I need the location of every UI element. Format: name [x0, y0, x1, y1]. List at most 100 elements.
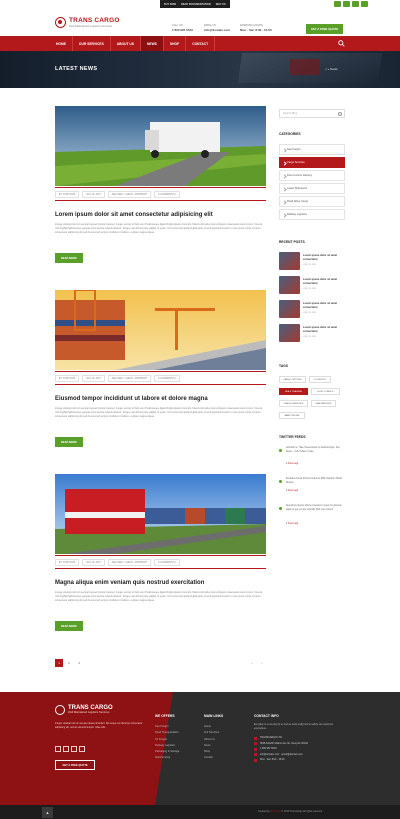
twitter-icon[interactable]	[63, 746, 69, 752]
post-image-train[interactable]	[55, 474, 266, 554]
recent-post[interactable]: Lorem ipsum dolor sit amet consectetur J…	[279, 300, 345, 322]
post-excerpt: Integer volutpat nisl non semper laoreet…	[55, 407, 262, 418]
tag-cargo-options[interactable]: CARGO OPTIONS	[279, 376, 306, 383]
contact-hours: Mon - Sat: 8:00 - 15:00	[254, 757, 346, 763]
post-date: JUN 19, 2015	[82, 191, 105, 198]
recent-post-thumb	[279, 324, 300, 342]
nav-contact[interactable]: CONTACT	[186, 36, 216, 51]
footer-offer-link[interactable]: Warehousing	[155, 755, 195, 761]
tweet-text[interactable]: Android Inc. Take Screenshots on Android…	[286, 447, 345, 454]
top-social	[334, 1, 368, 7]
post-categories[interactable]: DELIVERY, CARGO, SHIPMENT	[107, 191, 152, 198]
google-plus-icon[interactable]	[71, 746, 77, 752]
post-meta: BY JOHN DOE JUN 19, 2015 DELIVERY, CARGO…	[55, 375, 180, 382]
post-comments[interactable]: 0 COMMENT(S)	[154, 191, 180, 198]
post-title[interactable]: Lorem ipsum dolor sit amet consectetur a…	[55, 212, 213, 218]
twitter-icon[interactable]	[343, 1, 350, 7]
footer-logo-subtitle: Well Maintained Logistics Services	[68, 711, 110, 714]
nav-news[interactable]: NEWS	[140, 36, 164, 51]
email-value[interactable]: info@domain.com	[204, 28, 230, 32]
logo-mark-icon	[55, 705, 65, 715]
call-info: CALL US 1 800 987 6543	[172, 24, 193, 32]
post-image-ship[interactable]	[55, 290, 266, 370]
post-author[interactable]: BY JOHN DOE	[55, 375, 80, 382]
footer-contact-text: Everyday is a new day for us and we work…	[254, 724, 334, 730]
sidebar-search[interactable]: Search Blog	[279, 109, 345, 118]
read-more-button[interactable]: READ MORE	[55, 253, 83, 263]
scroll-top-button[interactable]: ▲	[42, 807, 53, 818]
recent-post-date: JUN 19, 2015	[303, 288, 317, 290]
linkedin-icon[interactable]	[361, 1, 368, 7]
facebook-icon[interactable]	[334, 1, 341, 7]
home-icon[interactable]: ⌂	[325, 67, 327, 71]
read-more-button[interactable]: READ MORE	[55, 621, 83, 631]
page-3[interactable]: 3	[75, 659, 83, 667]
author-link[interactable]: DeTheme	[270, 810, 281, 813]
logo[interactable]: TRANS CARGO Well Maintained Logistics Se…	[55, 17, 120, 28]
recent-post[interactable]: Lorem ipsum dolor sit amet consectetur J…	[279, 276, 345, 298]
tag-bank-trions[interactable]: BANK TRIONS	[279, 412, 305, 419]
next-page-button[interactable]: ›	[258, 659, 266, 667]
recent-post-title[interactable]: Lorem ipsum dolor sit amet consectetur	[303, 278, 345, 285]
nav-shop[interactable]: SHOP	[164, 36, 187, 51]
nav-services[interactable]: OUR SERVICES	[73, 36, 111, 51]
recent-post[interactable]: Lorem ipsum dolor sit amet consectetur J…	[279, 252, 345, 274]
category-railway[interactable]: Railway Logistics	[279, 209, 345, 220]
linkedin-icon[interactable]	[79, 746, 85, 752]
top-link-docs[interactable]: Read documentation	[181, 3, 211, 6]
nav-home[interactable]: HOME	[50, 36, 73, 51]
top-link-buy[interactable]: Buy now	[164, 3, 176, 6]
post-title[interactable]: Eiusmod tempor incididunt ut labore et d…	[55, 396, 208, 402]
post-categories[interactable]: DELIVERY, CARGO, SHIPMENT	[107, 375, 152, 382]
footer-logo[interactable]: TRANS CARGO Well Maintained Logistics Se…	[55, 705, 113, 715]
page-2[interactable]: 2	[65, 659, 73, 667]
post-comments[interactable]: 0 COMMENT(S)	[154, 559, 180, 566]
footer-social	[55, 746, 85, 752]
recent-post-title[interactable]: Lorem ipsum dolor sit amet consectetur	[303, 254, 345, 261]
tag-sea-training[interactable]: SEA & TRAINING	[279, 388, 308, 395]
breadcrumb: ⌂ » News	[325, 67, 338, 71]
post-author[interactable]: BY JOHN DOE	[55, 191, 80, 198]
post-author[interactable]: BY JOHN DOE	[55, 559, 80, 566]
post-image-truck[interactable]	[55, 106, 266, 186]
recent-post-title[interactable]: Lorem ipsum dolor sit amet consectetur	[303, 302, 345, 309]
tweet-text[interactable]: Neovik the Sucan will the intention to s…	[286, 505, 345, 512]
footer: TRANS CARGO Well Maintained Logistics Se…	[0, 692, 400, 805]
search-icon[interactable]	[338, 112, 342, 116]
sidebar-search-input[interactable]: Search Blog	[283, 112, 297, 115]
category-sea-freight[interactable]: Sea Freight	[279, 144, 345, 155]
footer-quote-button[interactable]: GET A FREE QUOTE	[55, 760, 95, 770]
search-icon[interactable]	[338, 40, 345, 47]
recent-post-title[interactable]: Lorem ipsum dolor sit amet consectetur	[303, 326, 345, 333]
prev-page-button[interactable]: ‹	[248, 659, 256, 667]
recent-post-thumb	[279, 276, 300, 294]
tweet-text[interactable]: Exclusive Fresh Promo Codes for MDL Newb…	[286, 478, 345, 485]
recent-post[interactable]: Lorem ipsum dolor sit amet consectetur J…	[279, 324, 345, 346]
contact-skype[interactable]: spottr@domain.com	[281, 753, 302, 756]
top-link-why[interactable]: Why us	[216, 3, 226, 6]
twitter-heading: TWITTER FEEDS	[279, 435, 306, 439]
facebook-icon[interactable]	[55, 746, 61, 752]
tag-logistics[interactable]: LOGISTICS	[309, 376, 331, 383]
tag-sea-services[interactable]: SEA SERVICES	[311, 400, 336, 407]
category-latest-shipments[interactable]: Latest Shipments	[279, 183, 345, 194]
post-title[interactable]: Magna aliqua enim veniam quis nostrud ex…	[55, 580, 204, 586]
category-cargo-services[interactable]: Cargo Services	[279, 157, 345, 168]
footer-link[interactable]: Contact	[204, 755, 244, 761]
tag-how-to-build[interactable]: HOW TO BUILD	[311, 388, 340, 395]
category-door-delivery[interactable]: Door-to-Door Delivery	[279, 170, 345, 181]
post-comments[interactable]: 0 COMMENT(S)	[154, 375, 180, 382]
recent-post-date: JUN 19, 2015	[303, 336, 317, 338]
nav-about[interactable]: ABOUT US	[111, 36, 141, 51]
recent-posts-heading: RECENT POSTS	[279, 240, 305, 244]
post-excerpt: Integer volutpat nisl non semper laoreet…	[55, 591, 262, 602]
page-1[interactable]: 1	[55, 659, 63, 667]
post-categories[interactable]: DELIVERY, CARGO, SHIPMENT	[107, 559, 152, 566]
google-plus-icon[interactable]	[352, 1, 359, 7]
get-quote-button[interactable]: GET A FREE QUOTE	[306, 24, 343, 34]
footer-offers: WE OFFERS Sea Freight Road Transportatio…	[155, 714, 195, 762]
tag-cargo-services[interactable]: CARGO SERVICES	[279, 400, 308, 407]
category-road-cargo[interactable]: Road Ways Cargo	[279, 196, 345, 207]
header: TRANS CARGO Well Maintained Logistics Se…	[0, 8, 400, 36]
read-more-button[interactable]: READ MORE	[55, 437, 83, 447]
